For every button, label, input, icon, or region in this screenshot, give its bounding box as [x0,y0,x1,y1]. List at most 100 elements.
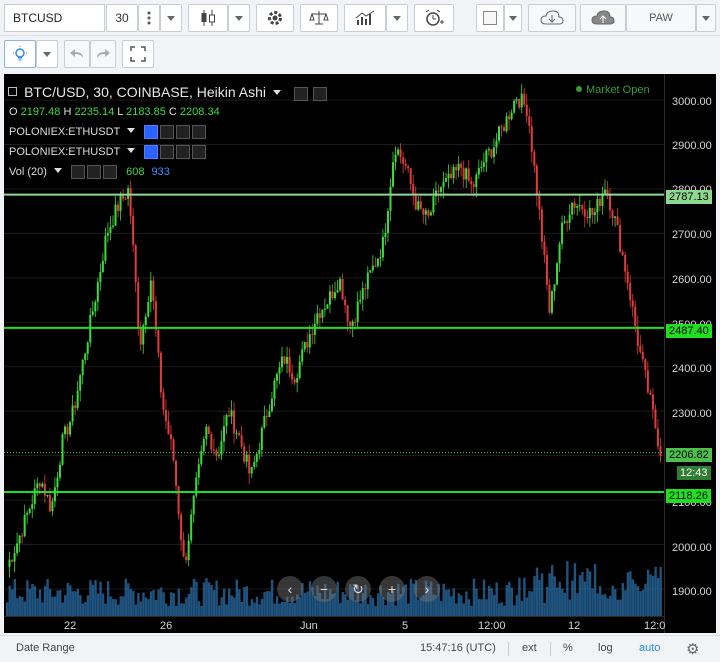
volume-bar [172,593,175,616]
candle-body [402,157,405,164]
volume-bar [614,589,617,616]
scroll-left-button[interactable]: ‹ [277,576,303,602]
save-chart-button[interactable] [580,4,626,32]
indicator-name[interactable]: POLONIEX:ETHUSDT [9,126,120,138]
chevron-down-icon[interactable] [127,147,136,153]
clock-readout[interactable]: 15:47:16 (UTC) [420,642,496,654]
date-range-button[interactable]: Date Range [16,642,75,654]
volume-bar [69,585,72,616]
log-scale-toggle[interactable]: log [598,642,613,654]
load-chart-button[interactable] [528,4,576,32]
main-series-title[interactable]: BTC/USD, 30, COINBASE, Heikin Ashi [24,84,266,100]
candle-body [94,301,97,312]
alert-button[interactable] [414,4,454,32]
zoom-out-button[interactable]: − [311,576,337,602]
candle-body [159,352,162,393]
gear-icon[interactable] [87,165,102,179]
chart-layout-dropdown[interactable] [696,4,716,32]
chevron-down-icon[interactable] [53,167,62,173]
candle-body [583,209,586,217]
volume-bar [235,579,238,616]
chevron-down-icon[interactable] [273,90,282,95]
time-tick: 12:00 [478,620,506,632]
volume-bar [76,588,80,616]
candle-body [255,453,258,462]
close-icon[interactable] [192,145,207,159]
color-dropdown[interactable] [504,4,522,32]
indicator-name[interactable]: POLONIEX:ETHUSDT [9,146,120,158]
volume-name[interactable]: Vol (20) [9,166,47,178]
candle-body [427,210,430,216]
interval-more-button[interactable] [138,4,160,32]
gear-icon[interactable] [313,87,328,102]
volume-bar [228,588,231,616]
volume-bar [470,605,473,616]
volume-legend[interactable]: Vol (20) 608 933 [9,165,170,179]
reset-chart-button[interactable]: ↻ [345,576,371,602]
close-icon[interactable] [103,165,118,179]
volume-bar [245,586,249,616]
volume-bar [654,566,657,616]
eye-icon[interactable] [71,165,86,179]
candle-body [419,201,422,209]
close-icon[interactable] [192,125,207,139]
chart-type-dropdown[interactable] [228,4,250,32]
indicator-row-2[interactable]: POLONIEX:ETHUSDT [9,145,207,159]
volume-bar [558,581,561,616]
scroll-right-button[interactable]: › [414,576,440,602]
volume-bar [538,579,541,616]
candlestick-icon [201,10,215,26]
color-picker-button[interactable] [476,4,504,32]
percent-scale-toggle[interactable]: % [563,642,573,654]
eye-icon[interactable] [294,87,309,102]
eye-icon[interactable] [144,125,159,139]
volume-bar [142,592,145,616]
volume-bar [79,595,82,616]
candle-body [86,342,89,354]
candle-body [424,210,427,215]
eye-icon[interactable] [144,145,159,159]
indicators-button[interactable] [344,4,386,32]
indicators-dropdown[interactable] [386,4,408,32]
candle-body [450,173,453,178]
settings-button[interactable] [256,4,294,32]
redo-button[interactable] [90,40,116,68]
volume-bar [253,602,256,616]
time-axis[interactable] [4,616,664,633]
plus-icon[interactable] [176,125,191,139]
ideas-dropdown[interactable] [36,40,58,68]
candle-body [122,195,125,199]
collapse-icon[interactable] [8,87,17,96]
extended-hours-toggle[interactable]: ext [522,642,537,654]
chevron-down-icon[interactable] [127,127,136,133]
gear-icon[interactable] [160,145,175,159]
auto-scale-toggle[interactable]: auto [639,642,660,654]
compare-button[interactable] [300,4,338,32]
interval-selector[interactable]: 30 [106,4,138,32]
candle-body [303,342,306,350]
volume-bar [442,583,445,616]
gear-icon[interactable]: ⚙ [686,640,699,658]
fullscreen-button[interactable] [122,40,154,68]
price-tick: 1900.00 [672,586,712,598]
gear-icon[interactable] [160,125,175,139]
volume-bar [606,598,609,616]
volume-bar [122,596,125,616]
plus-icon[interactable] [176,145,191,159]
ideas-button[interactable] [4,40,36,68]
volume-bar [646,569,650,616]
symbol-search-input[interactable] [4,4,105,32]
candle-body [389,186,392,212]
interval-dropdown-button[interactable] [160,4,182,32]
volume-bar [8,585,11,616]
chart-layout-name[interactable]: PAW [626,4,696,32]
undo-button[interactable] [64,40,90,68]
zoom-in-button[interactable]: + [379,576,405,602]
candle-body [553,284,556,292]
candle-body [644,359,647,371]
volume-bar [202,582,206,616]
volume-bar [508,581,511,616]
chart-type-button[interactable] [188,4,228,32]
indicator-row-1[interactable]: POLONIEX:ETHUSDT [9,125,207,139]
volume-bar [545,586,549,616]
